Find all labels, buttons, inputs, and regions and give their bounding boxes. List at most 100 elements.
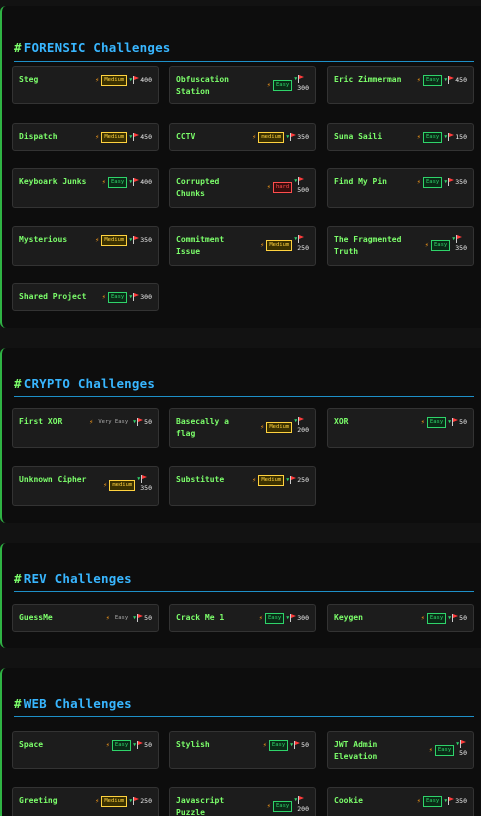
difficulty-badge: Easy (273, 79, 293, 91)
challenge-card[interactable]: Javascript Puzzle ⚡ Easy ▼ 200 (169, 787, 316, 816)
bolt-icon: ⚡ (89, 418, 94, 426)
points-flag-row: ▼ (129, 133, 140, 141)
challenge-name: Corrupted Chunks (176, 177, 220, 198)
challenge-meta: ⚡ Medium ▼ 350 (95, 234, 152, 246)
challenge-card[interactable]: Substitute ⚡ Medium ▼ 250 (169, 466, 316, 506)
challenge-card[interactable]: Unknown Cipher ⚡ medium ▼ 350 (12, 466, 159, 506)
points-flag-row: ▼ (290, 741, 301, 749)
hash-icon: # (14, 376, 22, 391)
difficulty-badge: Easy (431, 239, 451, 251)
challenge-card[interactable]: Corrupted Chunks ⚡ hard ▼ 500 (169, 168, 316, 208)
difficulty-badge: Easy (422, 795, 443, 807)
points-value: 350 (455, 178, 467, 186)
points-group: ▼ 250 (286, 476, 309, 484)
challenge-card[interactable]: Cookie ⚡ Easy ▼ 350 (327, 787, 474, 816)
challenge-card[interactable]: First XOR ⚡ Very Easy ▼ 50 (12, 408, 159, 448)
chevron-icon: ▼ (444, 77, 448, 83)
challenge-card[interactable]: Steg ⚡ Medium ▼ 400 (12, 66, 159, 104)
challenge-meta: ⚡ Easy ▼ 50 (428, 739, 467, 757)
challenge-meta: ⚡ Easy ▼ 50 (421, 612, 467, 624)
points-flag-row: ▼ (444, 133, 455, 141)
flag-icon (452, 418, 459, 426)
challenge-card[interactable]: Crack Me 1 ⚡ Easy ▼ 300 (169, 604, 316, 632)
points-flag-row: ▼ (133, 418, 144, 426)
flag-icon (133, 797, 140, 805)
points-value: 50 (459, 748, 467, 757)
chevron-icon: ▼ (129, 798, 133, 804)
points-group: ▼ 500 (294, 176, 309, 194)
challenge-card[interactable]: Commitment Issue ⚡ Medium ▼ 250 (169, 226, 316, 266)
points-group: ▼ 450 (129, 133, 152, 141)
chevron-icon: ▼ (444, 179, 448, 185)
challenge-meta: ⚡ medium ▼ 350 (252, 131, 309, 143)
points-group: ▼ 300 (294, 74, 309, 92)
flag-icon (448, 797, 455, 805)
challenge-card[interactable]: Basecally a flag ⚡ Medium ▼ 200 (169, 408, 316, 448)
difficulty-badge: Easy (426, 416, 447, 428)
points-group: ▼ 300 (129, 293, 152, 301)
points-value: 350 (455, 797, 467, 805)
points-flag-row: ▼ (294, 795, 305, 804)
difficulty-badge: Easy (422, 74, 443, 86)
points-group: ▼ 50 (133, 614, 152, 622)
challenge-card[interactable]: JWT Admin Elevation ⚡ Easy ▼ 50 (327, 731, 474, 769)
challenge-card[interactable]: Dispatch ⚡ Medium ▼ 450 (12, 123, 159, 151)
points-flag-row: ▼ (294, 74, 305, 83)
bolt-icon: ⚡ (416, 797, 421, 805)
challenge-name: Commitment Issue (176, 235, 225, 256)
difficulty-badge: Medium (101, 131, 128, 143)
bolt-icon: ⚡ (95, 76, 100, 84)
points-flag-row: ▼ (452, 234, 463, 243)
challenge-card[interactable]: Obfuscation Station ⚡ Easy ▼ 300 (169, 66, 316, 104)
difficulty-badge: medium (258, 131, 285, 143)
challenge-meta: ⚡ Medium ▼ 250 (95, 795, 152, 807)
section-title-text: FORENSIC Challenges (23, 40, 171, 55)
chevron-icon: ▼ (290, 742, 294, 748)
flag-icon (133, 178, 140, 186)
bolt-icon: ⚡ (252, 133, 257, 141)
challenge-card[interactable]: The Fragmented Truth ⚡ Easy ▼ 350 (327, 226, 474, 266)
bolt-icon: ⚡ (101, 178, 106, 186)
challenge-card[interactable]: Shared Project ⚡ Easy ▼ 300 (12, 283, 159, 311)
difficulty-badge: Medium (266, 239, 293, 251)
challenge-card[interactable]: Stylish ⚡ Easy ▼ 50 (169, 731, 316, 769)
challenge-card[interactable]: Keyboark Junks ⚡ Easy ▼ 400 (12, 168, 159, 208)
points-group: ▼ 350 (129, 236, 152, 244)
challenge-card[interactable]: XOR ⚡ Easy ▼ 50 (327, 408, 474, 448)
difficulty-badge: Easy (422, 176, 443, 188)
difficulty-badge: Easy (434, 744, 455, 756)
challenge-name: Stylish (176, 740, 210, 749)
bolt-icon: ⚡ (252, 476, 257, 484)
challenge-name: Eric Zimmerman (334, 75, 402, 84)
section-title-text: REV Challenges (23, 571, 132, 586)
challenge-card[interactable]: Mysterious ⚡ Medium ▼ 350 (12, 226, 159, 266)
challenge-meta: ⚡ hard ▼ 500 (267, 176, 309, 194)
bolt-icon: ⚡ (101, 293, 106, 301)
challenge-card[interactable]: CCTV ⚡ medium ▼ 350 (169, 123, 316, 151)
bolt-icon: ⚡ (420, 614, 425, 622)
challenge-card[interactable]: Suna Saili ⚡ Easy ▼ 150 (327, 123, 474, 151)
challenge-card[interactable]: Space ⚡ Easy ▼ 50 (12, 731, 159, 769)
challenge-meta: ⚡ Medium ▼ 250 (260, 234, 309, 252)
bolt-icon: ⚡ (95, 133, 100, 141)
points-value: 450 (455, 76, 467, 84)
challenge-name: The Fragmented Truth (334, 235, 402, 256)
challenge-meta: ⚡ Easy ▼ 50 (263, 739, 309, 751)
flag-icon (448, 133, 455, 141)
challenge-meta: ⚡ Easy ▼ 150 (417, 131, 467, 143)
points-value: 50 (144, 418, 152, 426)
points-flag-row: ▼ (444, 178, 455, 186)
flag-icon (452, 614, 459, 622)
flag-icon (294, 741, 301, 749)
bolt-icon: ⚡ (266, 802, 271, 810)
challenge-card[interactable]: Find My Pin ⚡ Easy ▼ 350 (327, 168, 474, 208)
points-flag-row: ▼ (129, 293, 140, 301)
bolt-icon: ⚡ (428, 746, 433, 754)
challenge-card[interactable]: GuessMe ⚡ Easy ▼ 50 (12, 604, 159, 632)
flag-icon (290, 133, 297, 141)
challenge-meta: ⚡ Very Easy ▼ 50 (89, 416, 152, 428)
challenge-card[interactable]: Keygen ⚡ Easy ▼ 50 (327, 604, 474, 632)
challenge-card[interactable]: Greeting ⚡ Medium ▼ 250 (12, 787, 159, 816)
challenge-card[interactable]: Eric Zimmerman ⚡ Easy ▼ 450 (327, 66, 474, 104)
challenge-meta: ⚡ Easy ▼ 400 (102, 176, 152, 188)
